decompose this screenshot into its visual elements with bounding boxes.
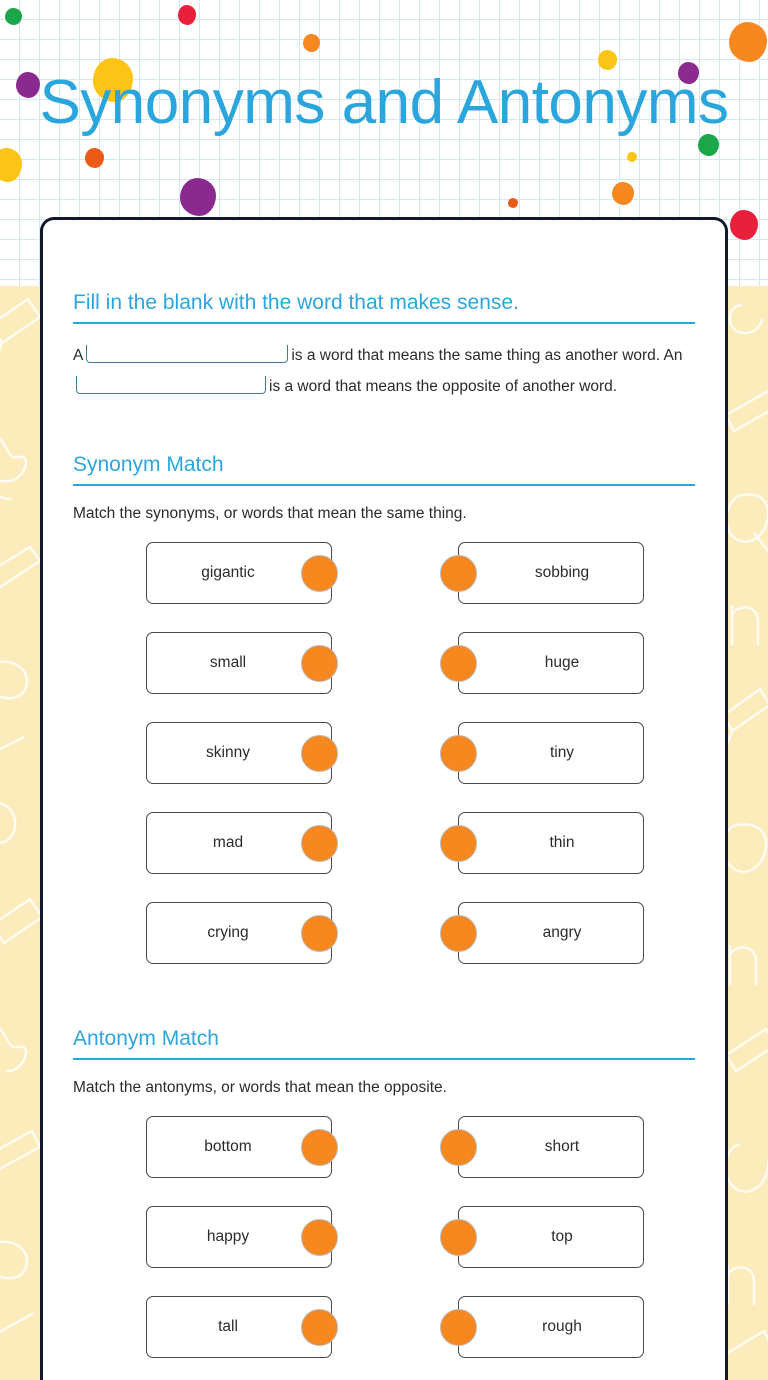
match-row: mad thin <box>73 812 695 902</box>
section-heading: Fill in the blank with the word that mak… <box>73 291 519 314</box>
match-word: sobbing <box>534 564 590 581</box>
section-fill-in-blank: Fill in the blank with the word that mak… <box>73 290 695 402</box>
match-connector-dot-left[interactable] <box>301 1309 338 1346</box>
match-connector-dot-left[interactable] <box>301 555 338 592</box>
text-after-blank-2: is a word that means the opposite of ano… <box>269 378 618 395</box>
match-card-right[interactable]: top <box>458 1206 644 1268</box>
doodle-pencils-left <box>0 297 44 1334</box>
blank-input-2[interactable] <box>76 376 266 394</box>
match-word: tiny <box>549 744 575 761</box>
splat <box>729 22 767 62</box>
fill-in-blank-paragraph: Ais a word that means the same thing as … <box>73 340 695 402</box>
match-connector-dot-left[interactable] <box>301 735 338 772</box>
splat <box>627 152 637 162</box>
match-row: crying angry <box>73 902 695 992</box>
match-connector-dot-left[interactable] <box>301 1219 338 1256</box>
match-card-right[interactable]: thin <box>458 812 644 874</box>
splat <box>85 148 104 168</box>
match-connector-dot-left[interactable] <box>301 645 338 682</box>
synonym-match-list: gigantic sobbing small huge skinny tiny … <box>73 542 695 992</box>
section-divider <box>73 1058 695 1060</box>
splat <box>5 8 22 25</box>
match-word: happy <box>206 1228 250 1245</box>
match-word: angry <box>542 924 582 941</box>
match-card-right[interactable]: short <box>458 1116 644 1178</box>
match-connector-dot-right[interactable] <box>440 1129 477 1166</box>
match-card-right[interactable]: huge <box>458 632 644 694</box>
match-connector-dot-right[interactable] <box>440 645 477 682</box>
match-connector-dot-right[interactable] <box>440 735 477 772</box>
match-connector-dot-left[interactable] <box>301 915 338 952</box>
match-connector-dot-right[interactable] <box>440 1219 477 1256</box>
match-word: huge <box>544 654 580 671</box>
match-word: short <box>544 1138 580 1155</box>
match-connector-dot-left[interactable] <box>301 825 338 862</box>
splat <box>180 178 216 216</box>
match-word: top <box>551 1228 573 1245</box>
match-row: gigantic sobbing <box>73 542 695 632</box>
match-connector-dot-right[interactable] <box>440 825 477 862</box>
match-word: mad <box>212 834 244 851</box>
match-card-right[interactable]: angry <box>458 902 644 964</box>
page-title: Synonyms and Antonyms <box>39 68 729 137</box>
match-word: thin <box>549 834 575 851</box>
splat <box>178 5 196 25</box>
section-divider <box>73 484 695 486</box>
section-instruction: Match the synonyms, or words that mean t… <box>73 505 467 522</box>
match-row: bottom short <box>73 1116 695 1206</box>
text-before-blank-1: A <box>73 347 84 364</box>
match-row: happy top <box>73 1206 695 1296</box>
match-connector-dot-right[interactable] <box>440 555 477 592</box>
worksheet-page: Synonyms and Antonyms Fill in the blank … <box>0 0 768 1380</box>
match-word: rough <box>542 1318 582 1335</box>
match-row: skinny tiny <box>73 722 695 812</box>
match-word: tall <box>218 1318 238 1335</box>
section-heading: Antonym Match <box>73 1027 219 1050</box>
section-divider <box>73 322 695 324</box>
match-card-right[interactable]: rough <box>458 1296 644 1358</box>
splat <box>598 50 617 70</box>
text-after-blank-1: is a word that means the same thing as a… <box>291 347 683 364</box>
match-word: gigantic <box>201 564 255 581</box>
splat <box>508 198 518 208</box>
match-connector-dot-left[interactable] <box>301 1129 338 1166</box>
match-word: bottom <box>204 1138 252 1155</box>
section-instruction: Match the antonyms, or words that mean t… <box>73 1079 447 1096</box>
splat <box>730 210 758 240</box>
splat <box>303 34 320 52</box>
match-connector-dot-right[interactable] <box>440 915 477 952</box>
match-word: skinny <box>206 744 250 761</box>
match-word: small <box>209 654 247 671</box>
match-word: crying <box>207 924 249 941</box>
match-connector-dot-right[interactable] <box>440 1309 477 1346</box>
match-card-right[interactable]: tiny <box>458 722 644 784</box>
splat <box>612 182 634 205</box>
section-antonym-match: Antonym Match Match the antonyms, or wor… <box>73 1026 695 1380</box>
section-heading: Synonym Match <box>73 453 224 476</box>
antonym-match-list: bottom short happy top tall rough <box>73 1116 695 1380</box>
match-card-right[interactable]: sobbing <box>458 542 644 604</box>
match-row: small huge <box>73 632 695 722</box>
match-row: tall rough <box>73 1296 695 1380</box>
worksheet-panel: Fill in the blank with the word that mak… <box>40 217 728 1380</box>
doodle-letters-right <box>724 303 768 1357</box>
blank-input-1[interactable] <box>86 345 289 363</box>
section-synonym-match: Synonym Match Match the synonyms, or wor… <box>73 452 695 992</box>
